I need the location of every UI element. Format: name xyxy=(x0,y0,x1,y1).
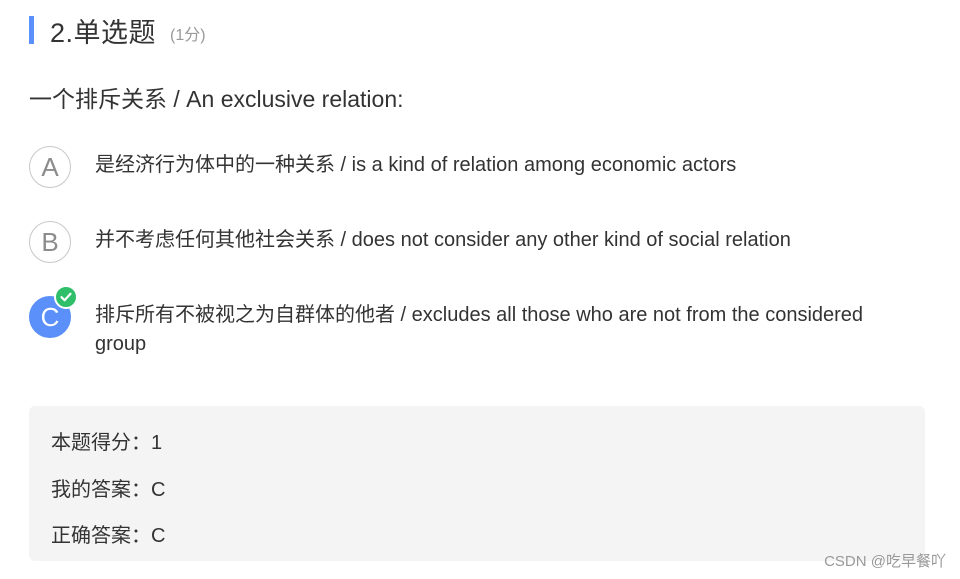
question-header: 2.单选题 (1分) xyxy=(29,12,206,48)
option-c-letter: C xyxy=(40,301,60,332)
option-c[interactable]: C 排斥所有不被视之为自群体的他者 / excludes all those w… xyxy=(29,285,915,359)
check-icon xyxy=(54,285,78,309)
option-b-circle[interactable]: B xyxy=(29,221,71,263)
watermark-text: CSDN @吃早餐吖 xyxy=(824,553,946,570)
correct-answer-line: 正确答案：C xyxy=(51,525,166,547)
score-line: 本题得分：1 xyxy=(51,432,163,454)
result-panel: 本题得分：1 我的答案：C 正确答案：C xyxy=(29,406,925,561)
option-c-circle[interactable]: C xyxy=(29,285,78,338)
option-c-text[interactable]: 排斥所有不被视之为自群体的他者 / excludes all those who… xyxy=(95,296,915,359)
question-score-hint: (1分) xyxy=(170,27,206,44)
option-b-letter: B xyxy=(41,226,59,257)
question-type-title: 2.单选题 xyxy=(50,17,157,48)
option-a-text[interactable]: 是经济行为体中的一种关系 / is a kind of relation amo… xyxy=(95,146,915,180)
question-page: 2.单选题 (1分) 一个排斥关系 / An exclusive relatio… xyxy=(0,0,960,579)
option-a-letter: A xyxy=(41,151,59,182)
option-b[interactable]: B 并不考虑任何其他社会关系 / does not consider any o… xyxy=(29,221,915,263)
question-stem: 一个排斥关系 / An exclusive relation: xyxy=(29,86,404,112)
option-b-text[interactable]: 并不考虑任何其他社会关系 / does not consider any oth… xyxy=(95,221,915,255)
accent-bar xyxy=(29,16,34,44)
option-a[interactable]: A 是经济行为体中的一种关系 / is a kind of relation a… xyxy=(29,146,915,188)
option-a-circle[interactable]: A xyxy=(29,146,71,188)
my-answer-line: 我的答案：C xyxy=(51,479,166,501)
